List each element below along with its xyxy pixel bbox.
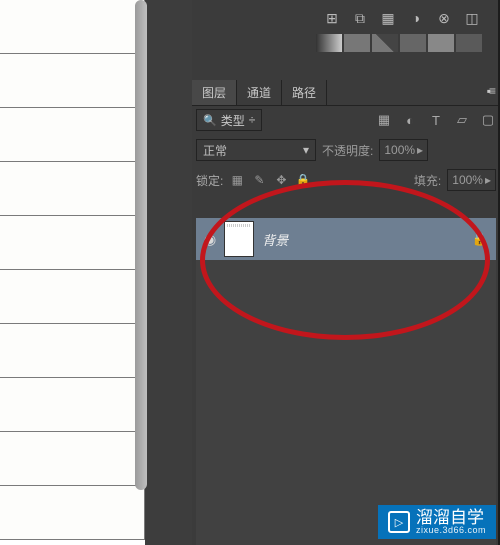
tab-layers[interactable]: 图层: [192, 80, 237, 105]
search-icon: 🔍: [203, 114, 217, 127]
canvas-row: [0, 108, 145, 162]
palette-icon[interactable]: ⊗: [434, 8, 454, 28]
opacity-value: 100%: [384, 143, 415, 157]
gradient-swatch[interactable]: [372, 34, 398, 52]
palette-icon[interactable]: ◫: [462, 8, 482, 28]
gradient-swatch[interactable]: [316, 34, 342, 52]
fill-input[interactable]: 100% ▸: [447, 169, 496, 191]
blend-mode-value: 正常: [203, 142, 227, 159]
watermark-brand: 溜溜自学: [416, 509, 486, 526]
blend-row: 正常 ▾ 不透明度: 100% ▸: [196, 138, 496, 162]
filter-type-dropdown[interactable]: 🔍 类型 ÷: [196, 109, 262, 131]
layer-thumbnail[interactable]: [224, 221, 254, 257]
visibility-eye-icon[interactable]: ◉: [204, 231, 216, 248]
blend-mode-dropdown[interactable]: 正常 ▾: [196, 139, 316, 161]
layer-name[interactable]: 背景: [262, 230, 464, 249]
tab-paths[interactable]: 路径: [282, 80, 327, 105]
canvas-row: [0, 54, 145, 108]
gradient-swatch[interactable]: [400, 34, 426, 52]
canvas-row: [0, 216, 145, 270]
filter-adjustment-icon[interactable]: ◐: [402, 112, 418, 128]
dropdown-arrow-icon: ÷: [249, 113, 256, 127]
palette-icon[interactable]: ◑: [406, 8, 426, 28]
lock-paint-icon[interactable]: ✎: [251, 172, 267, 188]
canvas-row: [0, 0, 145, 54]
dropdown-arrow-icon: ▾: [303, 143, 309, 157]
vertical-scrollbar[interactable]: [135, 0, 147, 490]
chevron-down-icon: ▸: [417, 143, 423, 157]
canvas-row: [0, 378, 145, 432]
gradient-swatch[interactable]: [344, 34, 370, 52]
fill-value: 100%: [452, 173, 483, 187]
play-icon: ▷: [388, 511, 410, 533]
layers-empty-area[interactable]: [196, 260, 496, 545]
gradient-swatch[interactable]: [456, 34, 482, 52]
layer-locked-icon: 🔒: [472, 231, 488, 247]
chevron-down-icon: ▸: [485, 173, 491, 187]
palette-icon[interactable]: ⧉: [350, 8, 370, 28]
panels-zone: ⊞ ⧉ ▦ ◑ ⊗ ◫ 图层 通道 路径 ▪≡ 🔍 类型 ÷ ▦ ◐: [192, 0, 500, 545]
gradient-swatch[interactable]: [428, 34, 454, 52]
filter-shape-icon[interactable]: ▱: [454, 112, 470, 128]
panel-tabbar: 图层 通道 路径 ▪≡: [192, 80, 500, 106]
canvas-row: [0, 432, 145, 486]
canvas-row: [0, 270, 145, 324]
palette-icon[interactable]: ⊞: [322, 8, 342, 28]
lock-row: 锁定: ▦ ✎ ✥ 🔒 填充: 100% ▸: [196, 168, 496, 192]
canvas-row: [0, 162, 145, 216]
lock-position-icon[interactable]: ✥: [273, 172, 289, 188]
filter-label: 类型: [221, 112, 245, 129]
canvas-pasteboard: [147, 0, 193, 545]
opacity-input[interactable]: 100% ▸: [379, 139, 428, 161]
watermark: ▷ 溜溜自学 zixue.3d66.com: [378, 505, 496, 539]
canvas-area[interactable]: [0, 0, 145, 545]
lock-all-icon[interactable]: 🔒: [295, 172, 311, 188]
fill-label: 填充:: [414, 172, 441, 189]
mini-palette: ⊞ ⧉ ▦ ◑ ⊗ ◫: [214, 8, 494, 58]
layer-filter-row: 🔍 类型 ÷ ▦ ◐ T ▱ ▢: [196, 108, 496, 132]
tab-channels[interactable]: 通道: [237, 80, 282, 105]
filter-pixel-icon[interactable]: ▦: [376, 112, 392, 128]
opacity-label: 不透明度:: [322, 142, 373, 159]
lock-transparent-icon[interactable]: ▦: [229, 172, 245, 188]
filter-text-icon[interactable]: T: [428, 112, 444, 128]
canvas-row: [0, 486, 145, 540]
lock-label: 锁定:: [196, 172, 223, 189]
palette-icon[interactable]: ▦: [378, 8, 398, 28]
layer-row-background[interactable]: ◉ 背景 🔒: [196, 218, 496, 260]
canvas-row: [0, 324, 145, 378]
watermark-url: zixue.3d66.com: [416, 526, 486, 535]
filter-smartobject-icon[interactable]: ▢: [480, 112, 496, 128]
